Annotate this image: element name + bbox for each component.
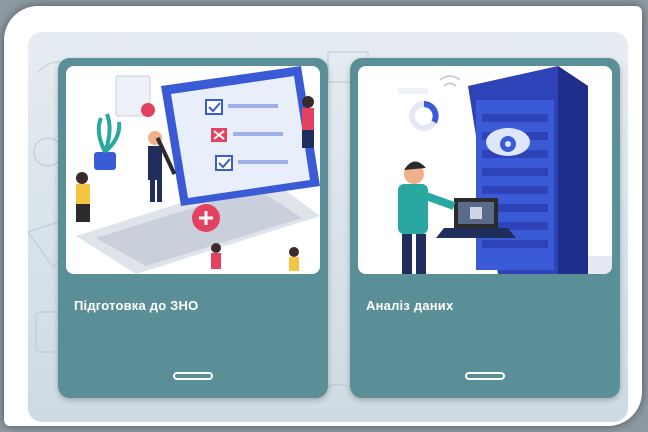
server-data-illustration — [358, 66, 612, 274]
exam-checklist-illustration — [66, 66, 320, 274]
card-title: Підготовка до ЗНО — [74, 298, 199, 313]
course-card-data-analysis[interactable]: Аналіз даних — [350, 58, 620, 398]
slide-frame: Підготовка до ЗНО Аналіз даних — [4, 6, 642, 426]
content-panel: Підготовка до ЗНО Аналіз даних — [28, 32, 628, 422]
course-card-zno[interactable]: Підготовка до ЗНО — [58, 58, 328, 398]
expand-handle-icon[interactable] — [465, 372, 505, 380]
expand-handle-icon[interactable] — [173, 372, 213, 380]
card-title: Аналіз даних — [366, 298, 454, 313]
